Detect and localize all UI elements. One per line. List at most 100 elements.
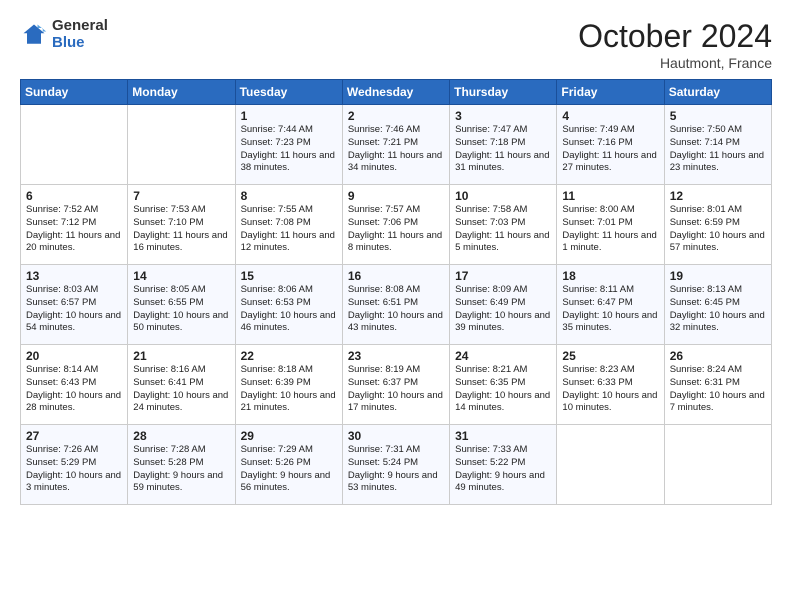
sunrise-text: Sunrise: 8:24 AM xyxy=(670,364,742,375)
calendar-week-row: 13 Sunrise: 8:03 AM Sunset: 6:57 PM Dayl… xyxy=(21,265,772,345)
sunrise-text: Sunrise: 8:13 AM xyxy=(670,284,742,295)
table-row: 27 Sunrise: 7:26 AM Sunset: 5:29 PM Dayl… xyxy=(21,425,128,505)
day-number: 19 xyxy=(670,269,766,283)
sunset-text: Sunset: 5:22 PM xyxy=(455,457,525,468)
sunrise-text: Sunrise: 7:50 AM xyxy=(670,124,742,135)
sunrise-text: Sunrise: 7:52 AM xyxy=(26,204,98,215)
table-row: 17 Sunrise: 8:09 AM Sunset: 6:49 PM Dayl… xyxy=(450,265,557,345)
daylight-text: Daylight: 10 hours and 57 minutes. xyxy=(670,230,765,254)
daylight-text: Daylight: 10 hours and 39 minutes. xyxy=(455,310,550,334)
cell-info: Sunrise: 8:06 AM Sunset: 6:53 PM Dayligh… xyxy=(241,284,337,335)
sunrise-text: Sunrise: 7:55 AM xyxy=(241,204,313,215)
cell-info: Sunrise: 8:23 AM Sunset: 6:33 PM Dayligh… xyxy=(562,364,658,415)
daylight-text: Daylight: 9 hours and 59 minutes. xyxy=(133,470,223,494)
table-row xyxy=(21,105,128,185)
table-row: 22 Sunrise: 8:18 AM Sunset: 6:39 PM Dayl… xyxy=(235,345,342,425)
daylight-text: Daylight: 10 hours and 46 minutes. xyxy=(241,310,336,334)
table-row: 8 Sunrise: 7:55 AM Sunset: 7:08 PM Dayli… xyxy=(235,185,342,265)
day-number: 14 xyxy=(133,269,229,283)
table-row: 21 Sunrise: 8:16 AM Sunset: 6:41 PM Dayl… xyxy=(128,345,235,425)
daylight-text: Daylight: 10 hours and 35 minutes. xyxy=(562,310,657,334)
cell-info: Sunrise: 7:50 AM Sunset: 7:14 PM Dayligh… xyxy=(670,124,766,175)
day-number: 7 xyxy=(133,189,229,203)
daylight-text: Daylight: 10 hours and 3 minutes. xyxy=(26,470,121,494)
sunset-text: Sunset: 7:10 PM xyxy=(133,217,203,228)
table-row: 7 Sunrise: 7:53 AM Sunset: 7:10 PM Dayli… xyxy=(128,185,235,265)
header-wednesday: Wednesday xyxy=(342,80,449,105)
sunset-text: Sunset: 7:01 PM xyxy=(562,217,632,228)
sunrise-text: Sunrise: 8:03 AM xyxy=(26,284,98,295)
day-number: 26 xyxy=(670,349,766,363)
sunset-text: Sunset: 6:33 PM xyxy=(562,377,632,388)
sunrise-text: Sunrise: 8:00 AM xyxy=(562,204,634,215)
day-number: 9 xyxy=(348,189,444,203)
sunrise-text: Sunrise: 8:08 AM xyxy=(348,284,420,295)
daylight-text: Daylight: 11 hours and 16 minutes. xyxy=(133,230,227,254)
daylight-text: Daylight: 11 hours and 20 minutes. xyxy=(26,230,120,254)
sunset-text: Sunset: 5:28 PM xyxy=(133,457,203,468)
calendar-week-row: 1 Sunrise: 7:44 AM Sunset: 7:23 PM Dayli… xyxy=(21,105,772,185)
sunset-text: Sunset: 7:23 PM xyxy=(241,137,311,148)
table-row: 2 Sunrise: 7:46 AM Sunset: 7:21 PM Dayli… xyxy=(342,105,449,185)
sunrise-text: Sunrise: 8:01 AM xyxy=(670,204,742,215)
cell-info: Sunrise: 7:55 AM Sunset: 7:08 PM Dayligh… xyxy=(241,204,337,255)
day-number: 2 xyxy=(348,109,444,123)
cell-info: Sunrise: 8:19 AM Sunset: 6:37 PM Dayligh… xyxy=(348,364,444,415)
sunset-text: Sunset: 6:59 PM xyxy=(670,217,740,228)
sunrise-text: Sunrise: 8:11 AM xyxy=(562,284,634,295)
header-saturday: Saturday xyxy=(664,80,771,105)
sunrise-text: Sunrise: 8:14 AM xyxy=(26,364,98,375)
cell-info: Sunrise: 7:57 AM Sunset: 7:06 PM Dayligh… xyxy=(348,204,444,255)
sunrise-text: Sunrise: 7:49 AM xyxy=(562,124,634,135)
table-row: 6 Sunrise: 7:52 AM Sunset: 7:12 PM Dayli… xyxy=(21,185,128,265)
cell-info: Sunrise: 8:11 AM Sunset: 6:47 PM Dayligh… xyxy=(562,284,658,335)
table-row: 24 Sunrise: 8:21 AM Sunset: 6:35 PM Dayl… xyxy=(450,345,557,425)
cell-info: Sunrise: 8:18 AM Sunset: 6:39 PM Dayligh… xyxy=(241,364,337,415)
sunrise-text: Sunrise: 8:16 AM xyxy=(133,364,205,375)
sunset-text: Sunset: 7:18 PM xyxy=(455,137,525,148)
sunset-text: Sunset: 7:12 PM xyxy=(26,217,96,228)
logo-text: General Blue xyxy=(52,18,108,51)
logo-blue-label: Blue xyxy=(52,35,108,52)
daylight-text: Daylight: 10 hours and 50 minutes. xyxy=(133,310,228,334)
daylight-text: Daylight: 11 hours and 27 minutes. xyxy=(562,150,656,174)
calendar-header-row: Sunday Monday Tuesday Wednesday Thursday… xyxy=(21,80,772,105)
day-number: 13 xyxy=(26,269,122,283)
cell-info: Sunrise: 7:26 AM Sunset: 5:29 PM Dayligh… xyxy=(26,444,122,495)
day-number: 10 xyxy=(455,189,551,203)
daylight-text: Daylight: 11 hours and 1 minute. xyxy=(562,230,656,254)
table-row: 9 Sunrise: 7:57 AM Sunset: 7:06 PM Dayli… xyxy=(342,185,449,265)
day-number: 5 xyxy=(670,109,766,123)
day-number: 11 xyxy=(562,189,658,203)
daylight-text: Daylight: 11 hours and 38 minutes. xyxy=(241,150,335,174)
cell-info: Sunrise: 7:49 AM Sunset: 7:16 PM Dayligh… xyxy=(562,124,658,175)
day-number: 18 xyxy=(562,269,658,283)
cell-info: Sunrise: 7:52 AM Sunset: 7:12 PM Dayligh… xyxy=(26,204,122,255)
table-row: 18 Sunrise: 8:11 AM Sunset: 6:47 PM Dayl… xyxy=(557,265,664,345)
sunset-text: Sunset: 6:35 PM xyxy=(455,377,525,388)
daylight-text: Daylight: 9 hours and 49 minutes. xyxy=(455,470,545,494)
cell-info: Sunrise: 8:00 AM Sunset: 7:01 PM Dayligh… xyxy=(562,204,658,255)
sunset-text: Sunset: 7:03 PM xyxy=(455,217,525,228)
table-row: 15 Sunrise: 8:06 AM Sunset: 6:53 PM Dayl… xyxy=(235,265,342,345)
sunrise-text: Sunrise: 8:18 AM xyxy=(241,364,313,375)
table-row: 19 Sunrise: 8:13 AM Sunset: 6:45 PM Dayl… xyxy=(664,265,771,345)
table-row: 11 Sunrise: 8:00 AM Sunset: 7:01 PM Dayl… xyxy=(557,185,664,265)
sunset-text: Sunset: 7:08 PM xyxy=(241,217,311,228)
cell-info: Sunrise: 8:13 AM Sunset: 6:45 PM Dayligh… xyxy=(670,284,766,335)
cell-info: Sunrise: 7:44 AM Sunset: 7:23 PM Dayligh… xyxy=(241,124,337,175)
cell-info: Sunrise: 7:46 AM Sunset: 7:21 PM Dayligh… xyxy=(348,124,444,175)
day-number: 21 xyxy=(133,349,229,363)
day-number: 17 xyxy=(455,269,551,283)
header-tuesday: Tuesday xyxy=(235,80,342,105)
cell-info: Sunrise: 7:29 AM Sunset: 5:26 PM Dayligh… xyxy=(241,444,337,495)
day-number: 20 xyxy=(26,349,122,363)
day-number: 12 xyxy=(670,189,766,203)
table-row: 20 Sunrise: 8:14 AM Sunset: 6:43 PM Dayl… xyxy=(21,345,128,425)
table-row: 3 Sunrise: 7:47 AM Sunset: 7:18 PM Dayli… xyxy=(450,105,557,185)
sunset-text: Sunset: 7:16 PM xyxy=(562,137,632,148)
daylight-text: Daylight: 11 hours and 31 minutes. xyxy=(455,150,549,174)
daylight-text: Daylight: 10 hours and 17 minutes. xyxy=(348,390,443,414)
day-number: 22 xyxy=(241,349,337,363)
sunset-text: Sunset: 6:39 PM xyxy=(241,377,311,388)
